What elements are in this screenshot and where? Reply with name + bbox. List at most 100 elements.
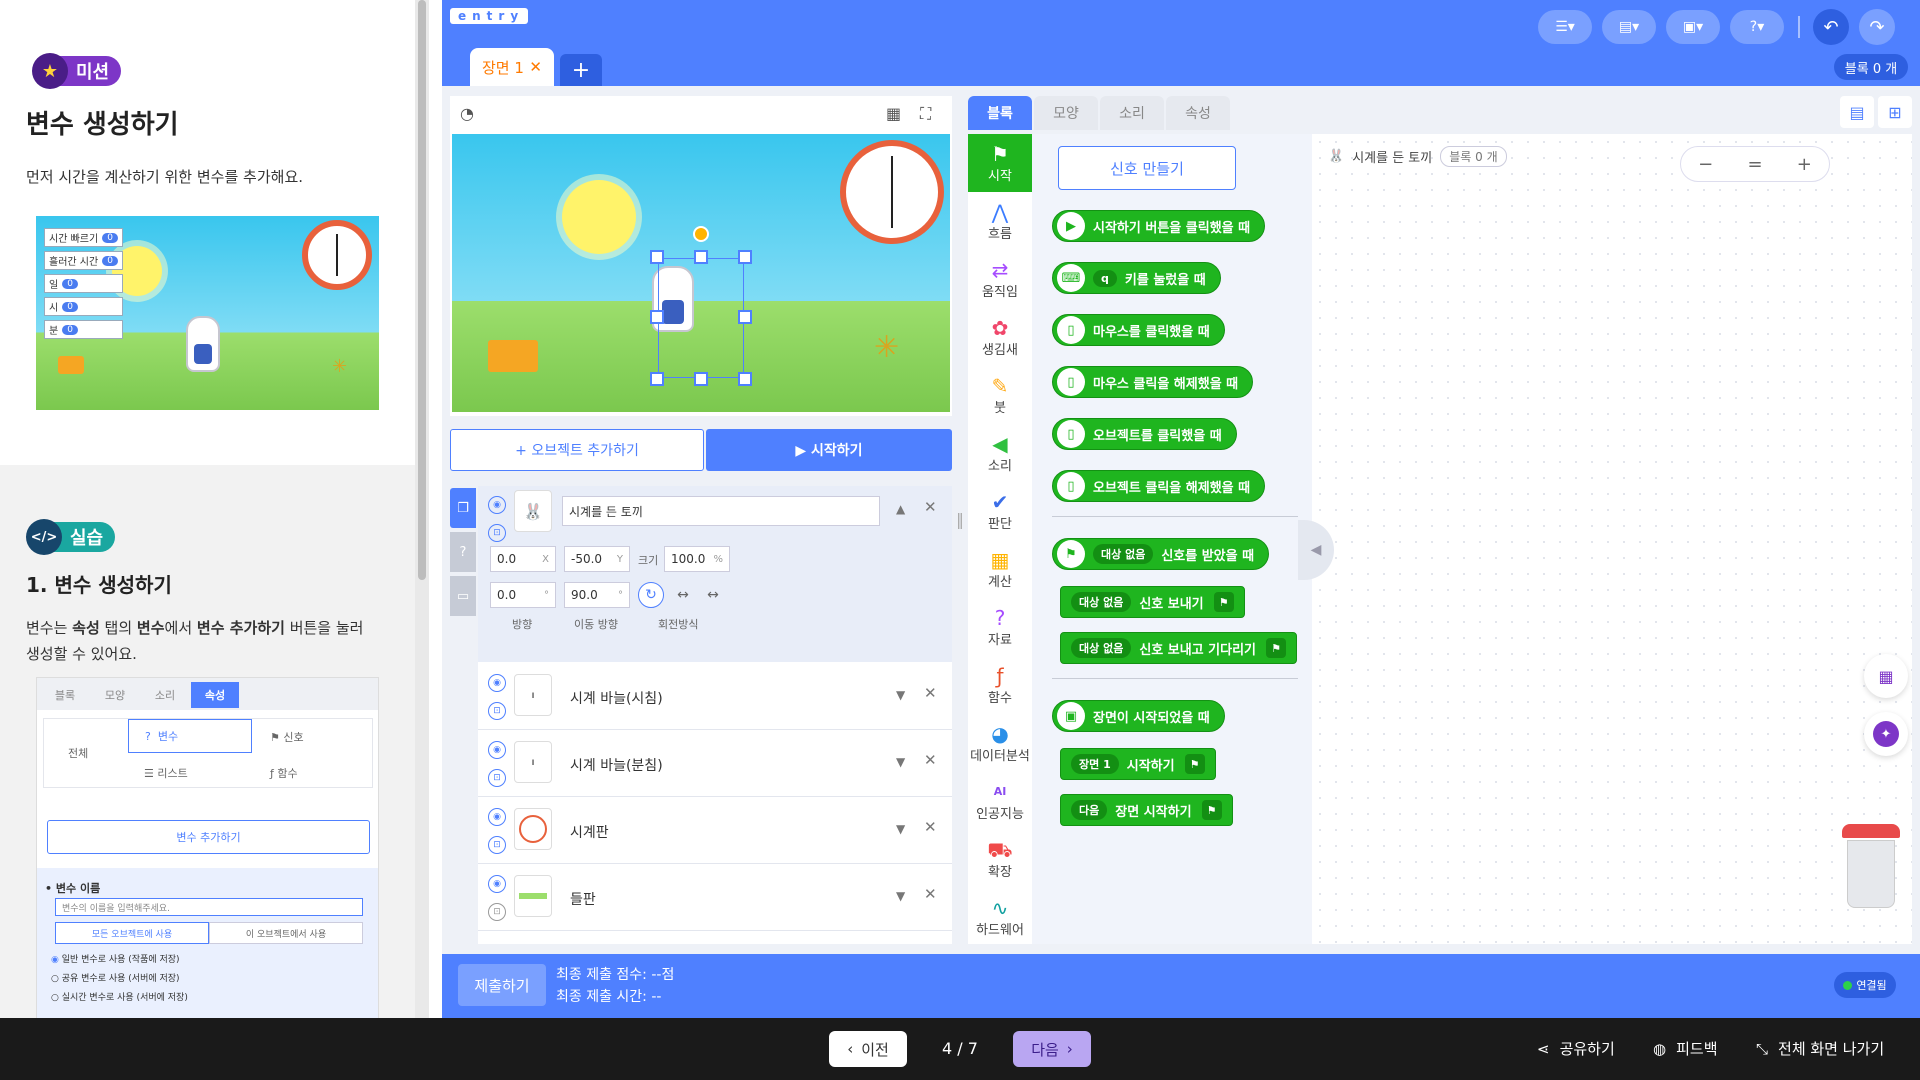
tab-properties[interactable]: 속성: [1166, 96, 1230, 130]
category-move[interactable]: ⇄ 움직임: [968, 250, 1032, 308]
category-flow[interactable]: ⋀ 흐름: [968, 192, 1032, 250]
block-when-start-clicked[interactable]: ▶ 시작하기 버튼을 클릭했을 때: [1052, 210, 1266, 242]
category-ai[interactable]: AI 인공지능: [968, 772, 1032, 830]
category-hardware[interactable]: ∿ 하드웨어: [968, 888, 1032, 944]
rotate-none-button[interactable]: ↔: [700, 582, 726, 608]
lock-icon[interactable]: ⊡: [488, 702, 506, 720]
comment-button[interactable]: ▤: [1840, 96, 1874, 128]
block-when-object-clicked[interactable]: ▯ 오브젝트를 클릭했을 때: [1052, 418, 1237, 450]
size-input[interactable]: 100.0%: [664, 546, 730, 572]
lock-icon[interactable]: ⊡: [488, 769, 506, 787]
block-start-scene[interactable]: 장면 1 시작하기 ⚑: [1060, 748, 1216, 780]
expand-icon[interactable]: ▼: [896, 688, 905, 702]
block-canvas[interactable]: 🐰 시계를 든 토끼 블록 0 개 − = + ◀ ▦ ✦: [1298, 134, 1912, 944]
category-function[interactable]: ƒ 함수: [968, 656, 1032, 714]
share-button[interactable]: ⋖ 공유하기: [1537, 1038, 1615, 1059]
speed-icon[interactable]: ◔: [460, 104, 474, 123]
rotation-handle[interactable]: [693, 226, 709, 242]
resize-handle[interactable]: [694, 250, 708, 264]
delete-object-button[interactable]: ✕: [924, 498, 937, 516]
object-list-tab[interactable]: ❐: [450, 488, 476, 528]
lock-icon[interactable]: ⊡: [488, 903, 506, 921]
delete-object-button[interactable]: ✕: [924, 684, 937, 702]
feedback-button[interactable]: ◍ 피드백: [1653, 1038, 1718, 1059]
tab-shapes[interactable]: 모양: [1034, 96, 1098, 130]
block-when-signal-received[interactable]: ⚑ 대상 없음 신호를 받았을 때: [1052, 538, 1270, 570]
block-when-object-released[interactable]: ▯ 오브젝트 클릭을 해제했을 때: [1052, 470, 1266, 502]
category-extension[interactable]: ⛟ 확장: [968, 830, 1032, 888]
selected-object-row[interactable]: ◉ ⊡ 🐰 시계를 든 토끼 ▲ ✕ 0.0 X -50.0 Y 크기 100.0%…: [478, 486, 952, 662]
next-button[interactable]: 다음 ›: [1013, 1031, 1091, 1067]
resize-handle[interactable]: [738, 372, 752, 386]
redo-button[interactable]: ↷: [1859, 9, 1895, 45]
object-row[interactable]: ◉ ⊡ 시계판 ▼ ✕: [478, 798, 952, 864]
exit-fullscreen-button[interactable]: ⤡ 전체 화면 나가기: [1756, 1038, 1884, 1059]
visibility-icon[interactable]: ◉: [488, 741, 506, 759]
tab-blocks[interactable]: 블록: [968, 96, 1032, 130]
block-when-mouse-clicked[interactable]: ▯ 마우스를 클릭했을 때: [1052, 314, 1225, 346]
console-tab[interactable]: ▭: [450, 576, 476, 616]
category-sound[interactable]: ◀ 소리: [968, 424, 1032, 482]
undo-button[interactable]: ↶: [1813, 9, 1849, 45]
object-row[interactable]: ◉ ⊡ 들판 ▼ ✕: [478, 865, 952, 931]
resize-handle[interactable]: [650, 310, 664, 324]
resize-handle[interactable]: [738, 250, 752, 264]
entry-logo[interactable]: entry: [450, 8, 529, 24]
lock-icon[interactable]: ⊡: [488, 524, 506, 542]
expand-icon[interactable]: ▼: [896, 822, 905, 836]
zoom-out-button[interactable]: −: [1698, 154, 1713, 175]
help-menu-button[interactable]: ?▾: [1730, 10, 1784, 44]
block-start-next-scene[interactable]: 다음 장면 시작하기 ⚑: [1060, 794, 1233, 826]
expand-icon[interactable]: ▼: [896, 755, 905, 769]
move-direction-input[interactable]: 90.0 °: [564, 582, 630, 608]
object-row[interactable]: ◉ ⊡ ı 시계 바늘(시침) ▼ ✕: [478, 664, 952, 730]
block-send-signal[interactable]: 대상 없음 신호 보내기 ⚑: [1060, 586, 1245, 618]
y-input[interactable]: -50.0 Y: [564, 546, 630, 572]
direction-input[interactable]: 0.0 °: [490, 582, 556, 608]
ai-assistant-button[interactable]: ✦: [1864, 712, 1908, 756]
save-menu-button[interactable]: ▣▾: [1666, 10, 1720, 44]
category-calc[interactable]: ▦ 계산: [968, 540, 1032, 598]
block-send-signal-and-wait[interactable]: 대상 없음 신호 보내고 기다리기 ⚑: [1060, 632, 1298, 664]
category-flag[interactable]: ⚑ 시작: [968, 134, 1032, 192]
zoom-reset-button[interactable]: =: [1747, 154, 1762, 175]
resize-handle[interactable]: [738, 310, 752, 324]
resize-handle[interactable]: [650, 372, 664, 386]
object-name-input[interactable]: 시계를 든 토끼: [562, 496, 880, 526]
x-input[interactable]: 0.0 X: [490, 546, 556, 572]
visibility-icon[interactable]: ◉: [488, 808, 506, 826]
submit-button[interactable]: 제출하기: [458, 964, 546, 1006]
add-comment-button[interactable]: ⊞: [1878, 96, 1912, 128]
category-chart[interactable]: ◕ 데이터분석: [968, 714, 1032, 772]
make-signal-button[interactable]: 신호 만들기: [1058, 146, 1236, 190]
zoom-in-button[interactable]: +: [1797, 154, 1812, 175]
add-object-button[interactable]: + 오브젝트 추가하기: [450, 429, 704, 471]
category-data[interactable]: ? 자료: [968, 598, 1032, 656]
collapse-palette-button[interactable]: ◀: [1298, 520, 1334, 580]
rotate-free-button[interactable]: ↻: [638, 582, 664, 608]
block-when-key-pressed[interactable]: ⌨ q 키를 눌렀을 때: [1052, 262, 1221, 294]
expand-icon[interactable]: ▼: [896, 889, 905, 903]
rotate-horizontal-button[interactable]: ↔: [670, 582, 696, 608]
left-panel-scrollbar[interactable]: [415, 0, 429, 1018]
delete-object-button[interactable]: ✕: [924, 751, 937, 769]
file-menu-button[interactable]: ▤▾: [1602, 10, 1656, 44]
lock-icon[interactable]: ⊡: [488, 836, 506, 854]
visibility-icon[interactable]: ◉: [488, 875, 506, 893]
delete-object-button[interactable]: ✕: [924, 885, 937, 903]
category-judge[interactable]: ✔ 판단: [968, 482, 1032, 540]
block-when-mouse-released[interactable]: ▯ 마우스 클릭을 해제했을 때: [1052, 366, 1254, 398]
block-when-scene-starts[interactable]: ▣ 장면이 시작되었을 때: [1052, 700, 1225, 732]
collapse-icon[interactable]: ▲: [896, 502, 905, 516]
object-row[interactable]: ◉ ⊡ ı 시계 바늘(분침) ▼ ✕: [478, 731, 952, 797]
prev-button[interactable]: ‹ 이전: [829, 1031, 907, 1067]
start-button[interactable]: ▶ 시작하기: [706, 429, 952, 471]
delete-object-button[interactable]: ✕: [924, 818, 937, 836]
add-scene-button[interactable]: +: [560, 54, 602, 86]
project-menu-button[interactable]: ☰▾: [1538, 10, 1592, 44]
help-tab[interactable]: ?: [450, 532, 476, 572]
trash-can[interactable]: [1842, 824, 1900, 910]
category-brush[interactable]: ✎ 붓: [968, 366, 1032, 424]
grid-icon[interactable]: ▦: [886, 104, 901, 123]
tab-sounds[interactable]: 소리: [1100, 96, 1164, 130]
